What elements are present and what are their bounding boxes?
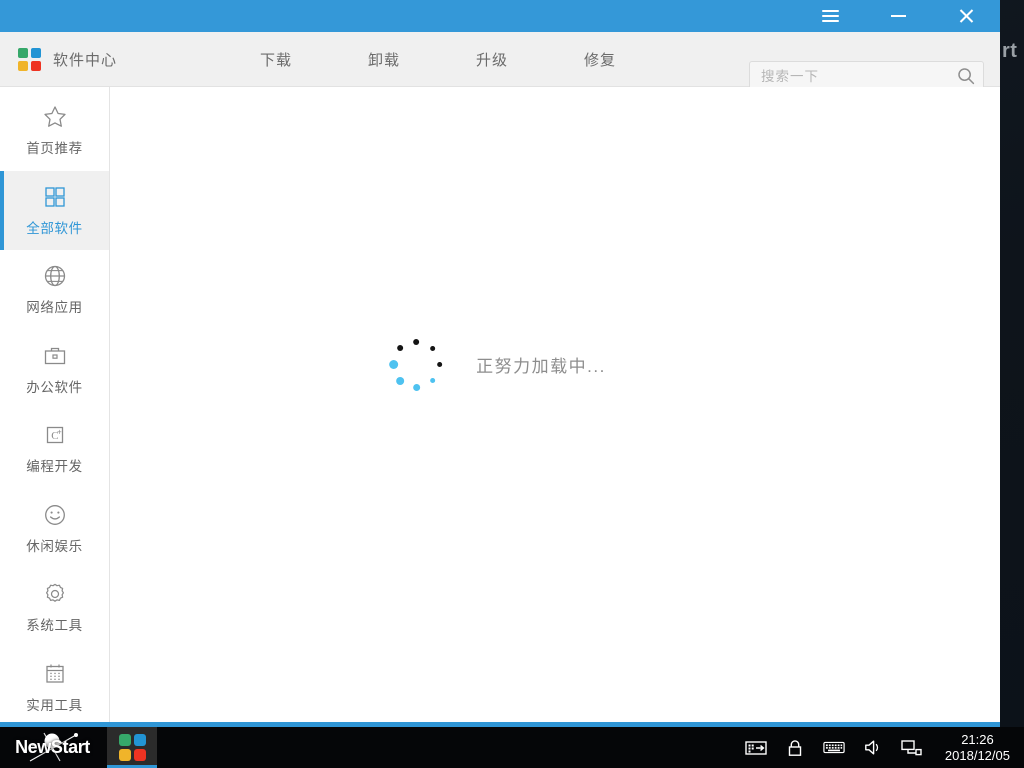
- search-icon[interactable]: [949, 67, 983, 85]
- sidebar-item-label: 网络应用: [26, 300, 83, 316]
- sidebar-item-utilities[interactable]: 实用工具: [0, 648, 109, 728]
- sidebar-item-label: 系统工具: [26, 618, 83, 634]
- brand: 软件中心: [0, 47, 200, 71]
- nav-item-uninstall[interactable]: 卸载: [330, 49, 438, 70]
- software-center-window: 软件中心 下载 卸载 升级 修复 首页推荐: [0, 0, 1000, 727]
- sidebar-item-label: 首页推荐: [26, 141, 83, 157]
- sidebar: 首页推荐 全部软件 网络应用 办公软件 C + 编程开发 休闲娱乐 系统工具 实…: [0, 87, 110, 722]
- sidebar-item-label: 全部软件: [26, 220, 83, 236]
- taskbar-clock[interactable]: 21:26 2018/12/05: [945, 732, 1010, 764]
- clock-time: 21:26: [961, 731, 994, 747]
- minimize-icon: [890, 15, 906, 17]
- system-tray: 21:26 2018/12/05: [745, 727, 1024, 768]
- hamburger-icon: [821, 10, 839, 22]
- spinner-dot: [413, 338, 420, 345]
- globe-icon: [44, 266, 65, 287]
- calendar-icon: [45, 664, 64, 683]
- taskbar-software-center-button[interactable]: [107, 727, 157, 768]
- spinner-dot: [396, 345, 403, 352]
- grid-icon: [44, 187, 65, 207]
- spinner-dot: [429, 378, 435, 384]
- loading-text: 正努力加载中...: [476, 357, 606, 376]
- sidebar-item-entertainment[interactable]: 休闲娱乐: [0, 489, 109, 569]
- spinner-dot: [436, 362, 442, 367]
- search-input[interactable]: [750, 68, 949, 84]
- spinner-dot: [429, 345, 436, 351]
- loading-spinner-icon: [388, 337, 444, 393]
- close-icon: [958, 8, 975, 25]
- sidebar-item-programming[interactable]: C + 编程开发: [0, 409, 109, 489]
- input-method-icon[interactable]: [745, 737, 767, 759]
- star-icon: [43, 106, 66, 128]
- desktop-clipped-label: rt: [1002, 40, 1018, 62]
- nav-item-download[interactable]: 下载: [222, 49, 330, 70]
- nav-item-upgrade[interactable]: 升级: [438, 49, 546, 70]
- sidebar-item-all-software[interactable]: 全部软件: [0, 170, 109, 250]
- sidebar-item-home-recommend[interactable]: 首页推荐: [0, 91, 109, 171]
- loading-indicator: 正努力加载中...: [388, 337, 606, 393]
- sidebar-item-office-software[interactable]: 办公软件: [0, 330, 109, 410]
- sidebar-item-label: 办公软件: [26, 379, 83, 395]
- main-nav: 下载 卸载 升级 修复: [222, 49, 654, 70]
- sidebar-item-system-tools[interactable]: 系统工具: [0, 568, 109, 648]
- sidebar-item-network-apps[interactable]: 网络应用: [0, 250, 109, 330]
- start-button[interactable]: NewStart: [0, 727, 105, 768]
- taskbar: NewStart 21:26 2018/12/05: [0, 727, 1024, 768]
- app-logo-icon: [18, 47, 41, 71]
- start-label: NewStart: [15, 737, 90, 757]
- spinner-dot: [388, 360, 398, 369]
- software-center-icon: [118, 734, 146, 761]
- network-icon[interactable]: [901, 737, 923, 759]
- spinner-dot: [395, 376, 404, 385]
- gear-icon: [45, 584, 64, 603]
- clock-date: 2018/12/05: [944, 747, 1010, 763]
- spinner-dot: [412, 384, 420, 391]
- volume-icon[interactable]: [862, 737, 884, 759]
- keyboard-icon[interactable]: [823, 737, 845, 759]
- lock-icon[interactable]: [784, 737, 806, 759]
- close-button[interactable]: [932, 0, 1000, 32]
- content-area: 正努力加载中...: [110, 87, 1000, 722]
- app-title: 软件中心: [53, 51, 118, 69]
- smiley-icon: [44, 504, 65, 525]
- minimize-button[interactable]: [864, 0, 932, 32]
- sidebar-item-label: 编程开发: [26, 459, 83, 475]
- menu-button[interactable]: [796, 0, 864, 32]
- app-header: 软件中心 下载 卸载 升级 修复: [0, 32, 1000, 91]
- window-titlebar: [0, 0, 1000, 32]
- nav-item-repair[interactable]: 修复: [546, 49, 654, 70]
- sidebar-item-label: 休闲娱乐: [26, 538, 83, 554]
- svg-text:+: +: [57, 428, 62, 437]
- briefcase-icon: [44, 347, 65, 364]
- c-plus-icon: C +: [46, 427, 63, 444]
- window-body: 首页推荐 全部软件 网络应用 办公软件 C + 编程开发 休闲娱乐 系统工具 实…: [0, 87, 1000, 722]
- sidebar-item-label: 实用工具: [26, 697, 83, 713]
